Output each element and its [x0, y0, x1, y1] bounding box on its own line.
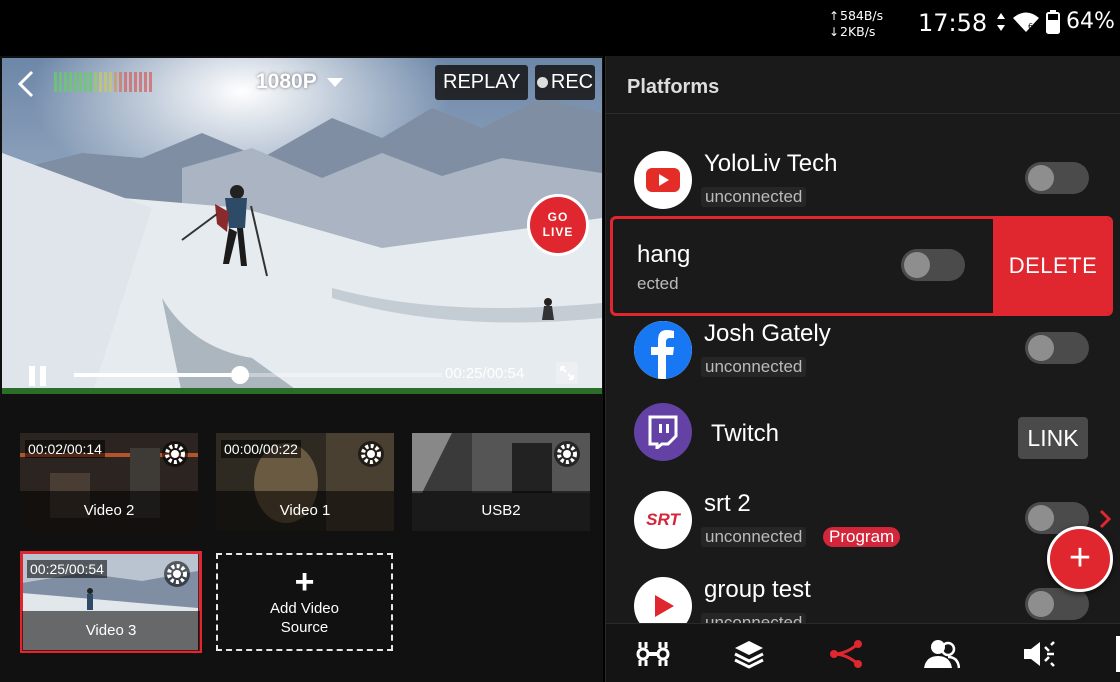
- platform-status: unconnected: [701, 357, 807, 377]
- gear-icon[interactable]: [160, 439, 190, 469]
- fullscreen-icon[interactable]: [555, 361, 579, 385]
- video-preview[interactable]: 1080P REPLAY REC GO LIVE 00:25/00:54: [2, 58, 602, 394]
- record-button[interactable]: REC: [535, 65, 595, 100]
- record-label: REC: [550, 71, 594, 93]
- panel-title: Platforms: [627, 76, 720, 98]
- platform-status: ected: [637, 274, 679, 293]
- platform-name: Josh Gately: [704, 320, 831, 347]
- resolution-label: 1080P: [256, 70, 317, 93]
- source-label: USB2: [412, 491, 590, 531]
- seek-slider[interactable]: [74, 366, 442, 384]
- platform-name: group test: [704, 576, 811, 603]
- source-label: Video 1: [216, 491, 394, 531]
- gear-icon[interactable]: [356, 439, 386, 469]
- platform-toggle[interactable]: [1025, 332, 1089, 364]
- network-speed: ↑584B/s ↓2KB/s: [828, 8, 883, 40]
- status-icons: 6 64%: [996, 9, 1115, 34]
- divider: [606, 113, 1120, 114]
- score-ticker: [2, 388, 602, 394]
- source-thumb-video-2[interactable]: 00:02/00:14 Video 2: [20, 433, 198, 531]
- platform-row-twitch[interactable]: Twitch LINK: [606, 390, 1120, 476]
- platform-row-srt-2[interactable]: SRT srt 2 unconnected Program: [606, 478, 1120, 564]
- playback-time: 00:25/00:54: [445, 365, 525, 382]
- source-time: 00:02/00:14: [25, 440, 105, 458]
- battery-percent: 64%: [1066, 9, 1115, 34]
- add-platform-button[interactable]: +: [1047, 526, 1113, 592]
- twitch-icon: [634, 403, 692, 461]
- platform-toggle[interactable]: [1025, 162, 1089, 194]
- source-label: Video 3: [22, 611, 200, 651]
- source-panel: 1080P REPLAY REC GO LIVE 00:25/00:54 00:…: [0, 56, 603, 682]
- bottom-tab-bar: [606, 623, 1120, 682]
- download-speed: 2KB/s: [840, 24, 876, 39]
- srt-icon: SRT: [634, 491, 692, 549]
- platform-row-yololiv[interactable]: YoloLiv Tech unconnected: [606, 138, 1120, 224]
- status-bar: ↑584B/s ↓2KB/s 17:58 6 64%: [0, 0, 1120, 56]
- chevron-right-icon[interactable]: [1098, 508, 1112, 530]
- back-arrow-icon[interactable]: [14, 68, 42, 100]
- platform-toggle[interactable]: [901, 249, 965, 281]
- seek-knob[interactable]: [230, 366, 249, 384]
- link-button[interactable]: LINK: [1018, 417, 1088, 459]
- svg-text:6: 6: [1028, 22, 1033, 31]
- source-time: 00:00/00:22: [221, 440, 301, 458]
- audio-icon[interactable]: [1019, 634, 1059, 674]
- add-source-line1: Add Video: [270, 600, 339, 617]
- data-arrows-icon: [997, 12, 1005, 31]
- program-badge: Program: [823, 527, 901, 547]
- mixer-icon[interactable]: [633, 634, 673, 674]
- seek-progress: [74, 373, 240, 377]
- source-thumb-video-1[interactable]: 00:00/00:22 Video 1: [216, 433, 394, 531]
- battery-icon: [1046, 9, 1060, 34]
- source-time: 00:25/00:54: [27, 560, 107, 578]
- platform-toggle[interactable]: [1025, 588, 1089, 620]
- upload-speed: 584B/s: [840, 8, 884, 23]
- resolution-selector[interactable]: 1080P: [256, 70, 343, 94]
- srt-logo-text: SRT: [646, 510, 680, 529]
- platform-status: unconnected: [701, 187, 807, 207]
- guests-icon[interactable]: [922, 634, 962, 674]
- plus-icon: +: [294, 563, 315, 601]
- platform-status: unconnected: [701, 527, 807, 547]
- add-source-line2: Source: [280, 619, 329, 636]
- go-live-button[interactable]: GO LIVE: [527, 194, 589, 256]
- gear-icon[interactable]: [552, 439, 582, 469]
- platform-name: YoloLiv Tech: [704, 150, 838, 177]
- gear-icon[interactable]: [162, 559, 192, 589]
- pause-icon[interactable]: [29, 366, 47, 386]
- go-live-line2: LIVE: [542, 225, 574, 239]
- source-thumb-usb2[interactable]: USB2: [412, 433, 590, 531]
- go-live-line1: GO: [547, 210, 569, 224]
- platform-name: srt 2: [704, 490, 751, 517]
- tab-overflow: [1116, 636, 1120, 672]
- platform-name: Twitch: [711, 420, 780, 447]
- platform-row-swiped[interactable]: hang ected DELETE: [610, 216, 1113, 316]
- clock: 17:58: [918, 9, 988, 37]
- preview-image: [2, 58, 602, 394]
- layers-icon[interactable]: [729, 634, 769, 674]
- replay-button[interactable]: REPLAY: [435, 65, 529, 100]
- upload-arrow-icon: ↑: [828, 9, 840, 23]
- audio-level-meter: [54, 72, 152, 92]
- download-arrow-icon: ↓: [828, 25, 840, 39]
- source-thumb-video-3[interactable]: 00:25/00:54 Video 3: [20, 551, 202, 653]
- platform-name: hang: [637, 241, 691, 268]
- delete-button[interactable]: DELETE: [993, 219, 1110, 313]
- wifi-icon: 6: [1013, 12, 1039, 32]
- record-dot-icon: [536, 77, 548, 88]
- share-icon[interactable]: [826, 634, 866, 674]
- youtube-icon: [634, 151, 692, 209]
- caret-down-icon: [326, 77, 343, 87]
- platforms-panel: Platforms YoloLiv Tech unconnected hang …: [605, 56, 1120, 682]
- add-video-source-button[interactable]: + Add Video Source: [216, 553, 393, 651]
- platform-row-josh-gately[interactable]: Josh Gately unconnected: [606, 308, 1120, 394]
- facebook-icon: [634, 321, 692, 379]
- source-label: Video 2: [20, 491, 198, 531]
